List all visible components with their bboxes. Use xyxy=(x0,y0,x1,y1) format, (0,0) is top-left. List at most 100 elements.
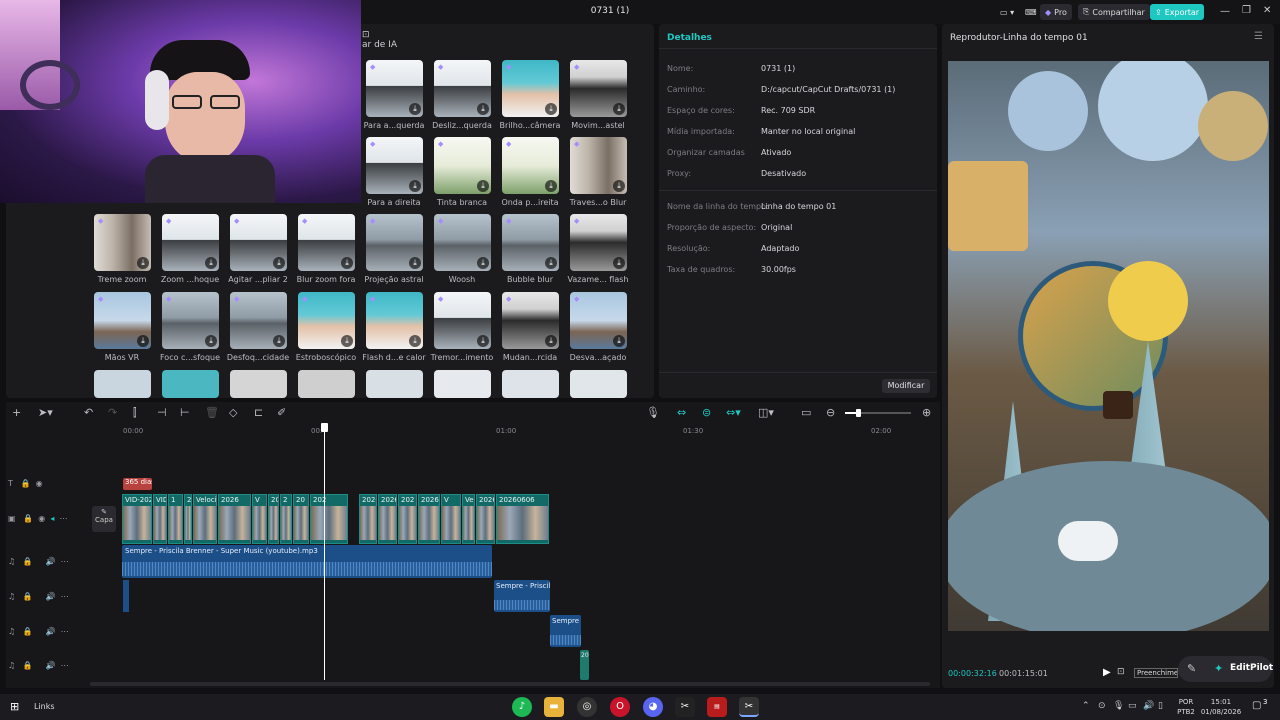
discord-icon[interactable]: ◕ xyxy=(643,697,663,717)
effect-thumbnail[interactable]: ◆ ⤓ xyxy=(162,214,219,271)
fill-select[interactable]: Preenchimen xyxy=(1134,668,1178,678)
minimize-icon[interactable]: — xyxy=(1220,6,1230,17)
undo-icon[interactable]: ↶ xyxy=(84,406,93,419)
menu-icon[interactable]: ☰ xyxy=(1254,31,1263,42)
effect-thumbnail[interactable]: ◆ ⤓ xyxy=(366,60,423,117)
share-button[interactable]: ⎘ Compartilhar xyxy=(1078,4,1150,20)
voicemeeter-icon[interactable]: ▤ xyxy=(707,697,727,717)
audio-clip[interactable]: Sempre - xyxy=(550,615,581,647)
video-clip[interactable]: 2 xyxy=(280,494,292,544)
magnet-icon[interactable]: ⊜ xyxy=(702,406,711,419)
lock-icon[interactable]: 🔒 xyxy=(23,514,33,523)
modify-button[interactable]: Modificar xyxy=(882,379,930,393)
video-clip[interactable]: V xyxy=(252,494,267,544)
download-icon[interactable]: ⤓ xyxy=(477,335,489,347)
download-icon[interactable]: ⤓ xyxy=(205,335,217,347)
effect-thumbnail[interactable]: ◆ ⤓ xyxy=(298,214,355,271)
clock[interactable]: 15:01 01/08/2026 xyxy=(1198,697,1244,717)
effect-thumbnail[interactable]: ◆ ⤓ xyxy=(570,60,627,117)
network-icon[interactable]: ▭ xyxy=(1128,701,1137,711)
close-icon[interactable]: ✕ xyxy=(1263,5,1271,16)
effect-thumbnail[interactable] xyxy=(94,370,151,398)
capcut-active-icon[interactable]: ✂ xyxy=(739,697,759,717)
download-icon[interactable]: ⤓ xyxy=(409,257,421,269)
download-icon[interactable]: ⤓ xyxy=(137,257,149,269)
redo-icon[interactable]: ↷ xyxy=(108,406,117,419)
video-clip[interactable]: 2026 xyxy=(268,494,279,544)
effect-thumbnail[interactable] xyxy=(366,370,423,398)
zoom-out-icon[interactable]: ⊖ xyxy=(826,406,835,419)
download-icon[interactable]: ⤓ xyxy=(477,257,489,269)
video-clip[interactable]: 2026 xyxy=(418,494,440,544)
select-icon[interactable]: ➤▾ xyxy=(38,406,53,419)
split-left-icon[interactable]: ⊣ xyxy=(157,406,167,419)
effect-thumbnail[interactable]: ◆ ⤓ xyxy=(502,137,559,194)
playhead[interactable] xyxy=(324,424,325,680)
effect-thumbnail[interactable]: ◆ ⤓ xyxy=(94,214,151,271)
capcut-icon[interactable]: ✂ xyxy=(675,697,695,717)
cover-button[interactable]: ✎ Capa xyxy=(92,506,116,532)
ai-effects-tab[interactable]: ⊡ ar de IA xyxy=(362,30,397,50)
audio-clip-small[interactable] xyxy=(123,580,129,612)
effect-thumbnail[interactable]: ◆ ⤓ xyxy=(434,292,491,349)
video-clip[interactable]: V xyxy=(441,494,461,544)
notifications-icon[interactable]: ▢ xyxy=(1252,700,1261,711)
download-icon[interactable]: ⤓ xyxy=(341,257,353,269)
effect-thumbnail[interactable]: ◆ ⤓ xyxy=(230,292,287,349)
volume-icon[interactable]: 🔊 xyxy=(46,661,56,670)
crop-icon[interactable]: ⊡ xyxy=(1117,667,1125,677)
video-clip[interactable]: 202 xyxy=(310,494,348,544)
download-icon[interactable]: ⤓ xyxy=(545,103,557,115)
download-icon[interactable]: ⤓ xyxy=(613,335,625,347)
link-main-icon[interactable]: ⇔ xyxy=(677,406,686,419)
eye-icon[interactable]: ◉ xyxy=(38,514,45,523)
video-clip[interactable]: VID xyxy=(153,494,167,544)
maximize-icon[interactable]: ❐ xyxy=(1242,5,1251,16)
video-clip[interactable]: 20 xyxy=(293,494,309,544)
shield-icon[interactable]: ◇ xyxy=(229,406,237,419)
download-icon[interactable]: ⤓ xyxy=(613,257,625,269)
video-clip[interactable]: 202 xyxy=(398,494,417,544)
download-icon[interactable]: ⤓ xyxy=(205,257,217,269)
more-icon[interactable]: ⋯ xyxy=(61,592,69,601)
more-icon[interactable]: ⋯ xyxy=(61,661,69,670)
play-icon[interactable]: ▶ xyxy=(1103,667,1111,678)
language-indicator[interactable]: POR PTB2 xyxy=(1176,697,1196,717)
effect-thumbnail[interactable]: ◆ ⤓ xyxy=(434,60,491,117)
compare-icon[interactable]: ◫▾ xyxy=(758,406,774,419)
layout-icon[interactable]: ▭ ▾ xyxy=(995,4,1019,20)
download-icon[interactable]: ⤓ xyxy=(545,335,557,347)
tray-chevron-icon[interactable]: ⌃ xyxy=(1082,701,1090,711)
video-clip[interactable]: Velocidad xyxy=(193,494,217,544)
effect-thumbnail[interactable]: ◆ ⤓ xyxy=(298,292,355,349)
effect-thumbnail[interactable]: ◆ ⤓ xyxy=(502,214,559,271)
preview-icon[interactable]: ▭ xyxy=(801,406,811,419)
spotify-icon[interactable]: ♪ xyxy=(512,697,532,717)
split-icon[interactable]: ⫿ xyxy=(133,406,137,420)
audio-clip[interactable]: Sempre - Priscila B xyxy=(494,580,550,612)
download-icon[interactable]: ⤓ xyxy=(613,180,625,192)
video-clip[interactable]: 1 xyxy=(168,494,183,544)
effect-thumbnail[interactable]: ◆ ⤓ xyxy=(570,292,627,349)
video-clip[interactable]: 20 xyxy=(184,494,192,544)
text-clip[interactable]: 365 dias xyxy=(123,478,152,490)
playhead-handle[interactable] xyxy=(321,423,328,432)
effect-thumbnail[interactable] xyxy=(502,370,559,398)
effect-thumbnail[interactable]: ◆ ⤓ xyxy=(502,292,559,349)
audio-clip[interactable]: Sempre - Priscila Brenner - Super Music … xyxy=(122,545,492,578)
download-icon[interactable]: ⤓ xyxy=(477,103,489,115)
download-icon[interactable]: ⤓ xyxy=(409,103,421,115)
download-icon[interactable]: ⤓ xyxy=(545,180,557,192)
volume-icon[interactable]: 🔊 xyxy=(46,627,56,636)
edit-icon[interactable]: ✎ xyxy=(1187,662,1196,675)
split-right-icon[interactable]: ⊢ xyxy=(180,406,190,419)
effect-thumbnail[interactable] xyxy=(298,370,355,398)
volume-icon[interactable]: 🔊 xyxy=(1143,701,1154,711)
link-icon[interactable]: ⇔▾ xyxy=(726,406,741,419)
download-icon[interactable]: ⤓ xyxy=(477,180,489,192)
download-icon[interactable]: ⤓ xyxy=(273,335,285,347)
pen-icon[interactable]: ✐ xyxy=(277,406,286,419)
zoom-slider-handle[interactable] xyxy=(856,409,861,417)
volume-icon[interactable]: 🔊 xyxy=(46,592,56,601)
download-icon[interactable]: ⤓ xyxy=(409,335,421,347)
